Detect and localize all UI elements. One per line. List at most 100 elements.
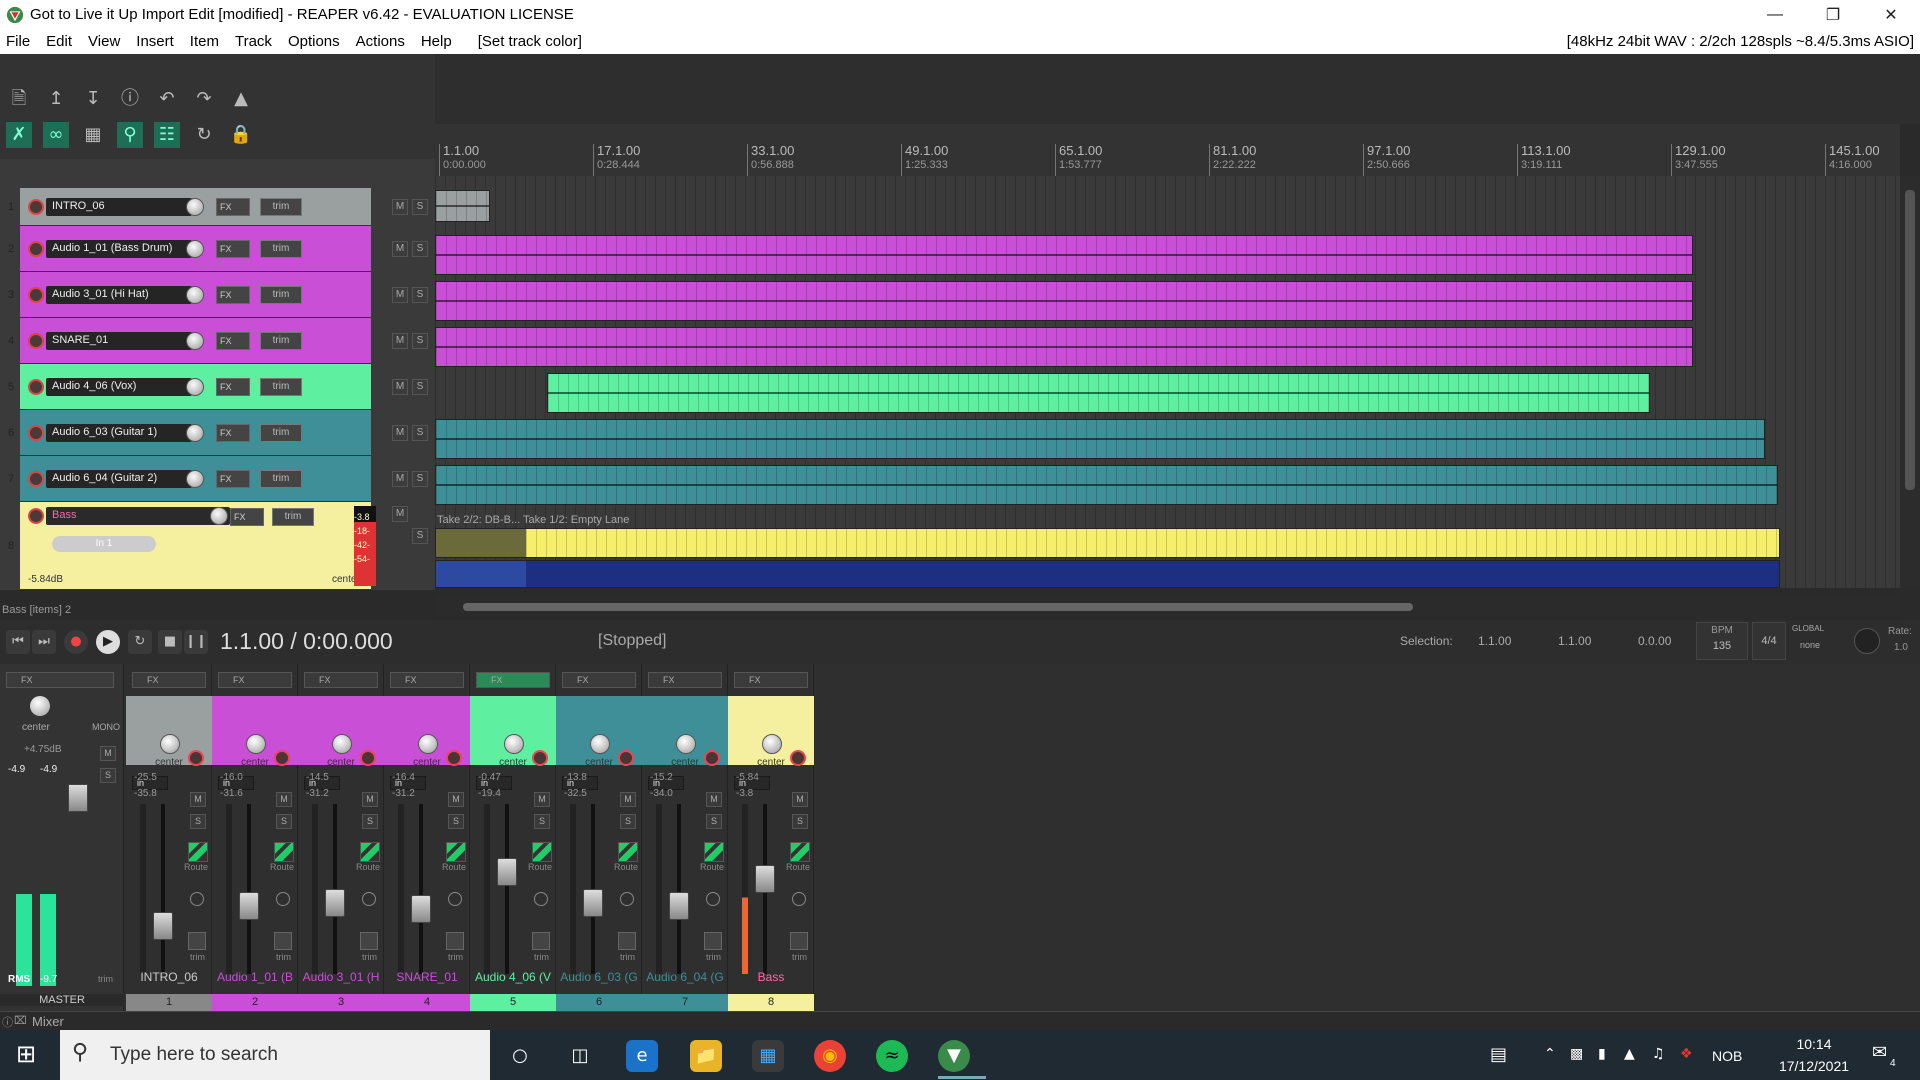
pan-knob[interactable] [246, 734, 266, 754]
metronome-icon[interactable]: ▲ [228, 86, 254, 112]
mute-button[interactable]: M [392, 425, 408, 441]
record-arm-icon[interactable] [274, 750, 290, 766]
speaker-icon[interactable] [706, 772, 720, 786]
track-panel[interactable]: Audio 4_06 (Vox) FX trim [20, 364, 371, 410]
route-button[interactable] [274, 842, 294, 862]
transport-position[interactable]: 1.1.00 / 0:00.000 [220, 628, 393, 655]
media-item[interactable] [435, 190, 490, 222]
track-row[interactable]: 3 Audio 3_01 (Hi Hat) FX trim M S [0, 272, 435, 318]
solo-button[interactable]: S [412, 528, 428, 544]
fx-slot[interactable]: FX [218, 672, 292, 688]
speaker-icon[interactable] [620, 772, 634, 786]
volume-fader[interactable] [669, 892, 689, 920]
mute-button[interactable]: M [792, 792, 808, 807]
bpm-value[interactable]: 135 [1697, 640, 1747, 652]
mute-button[interactable]: M [392, 199, 408, 215]
trim-button[interactable]: trim [260, 378, 302, 396]
mixer-tab[interactable]: Mixer [32, 1014, 64, 1029]
track-row[interactable]: 5 Audio 4_06 (Vox) FX trim M S [0, 364, 435, 410]
loop-icon[interactable]: ↻ [191, 122, 217, 148]
ruler-marker[interactable]: 33.1.00 0:56.888 [747, 144, 794, 176]
mute-button[interactable]: M [392, 241, 408, 257]
phase-icon[interactable] [276, 892, 290, 906]
track-panel[interactable]: INTRO_06 FX trim [20, 188, 371, 226]
trim-button[interactable]: trim [272, 508, 314, 526]
time-signature[interactable]: 4/4 [1752, 622, 1786, 660]
trim-button[interactable]: trim [260, 332, 302, 350]
rate-knob[interactable] [1854, 628, 1880, 654]
mute-button[interactable]: M [190, 792, 206, 807]
wifi-icon[interactable]: ▲ [1624, 1046, 1635, 1062]
strip-number[interactable]: 3 [298, 994, 384, 1011]
trim-knob[interactable] [446, 932, 464, 950]
phase-icon[interactable] [534, 892, 548, 906]
vertical-scrollbar[interactable] [1900, 176, 1920, 588]
solo-button[interactable]: S [706, 814, 722, 829]
trim-knob[interactable] [188, 932, 206, 950]
phase-icon[interactable] [448, 892, 462, 906]
go-to-start-icon[interactable]: ⏮ [6, 630, 30, 654]
trim-button[interactable]: trim [260, 286, 302, 304]
pan-knob[interactable] [762, 734, 782, 754]
horizontal-scroll-thumb[interactable] [463, 603, 1413, 611]
strip-name[interactable]: Audio 1_01 (B [212, 970, 298, 984]
trim-button[interactable]: trim [260, 424, 302, 442]
record-arm-icon[interactable] [28, 508, 44, 524]
track-number[interactable]: 8 [2, 540, 20, 552]
route-button[interactable] [618, 842, 638, 862]
solo-button[interactable]: S [412, 379, 428, 395]
track-panel[interactable]: SNARE_01 FX trim [20, 318, 371, 364]
fx-slot[interactable]: FX [476, 672, 550, 688]
volume-fader[interactable] [239, 892, 259, 920]
menu-file[interactable]: File [0, 33, 38, 50]
record-arm-icon[interactable] [28, 333, 44, 349]
taskbar-search[interactable]: Type here to search [60, 1030, 490, 1080]
pan-knob[interactable] [418, 734, 438, 754]
lock-icon[interactable]: 🔒 [228, 122, 254, 148]
record-arm-icon[interactable] [28, 471, 44, 487]
solo-button[interactable]: S [412, 471, 428, 487]
bass-take-active[interactable] [435, 528, 1780, 558]
track-panel[interactable]: Audio 6_03 (Guitar 1) FX trim [20, 410, 371, 456]
volume-fader[interactable] [755, 865, 775, 893]
fx-slot[interactable]: FX [648, 672, 722, 688]
menu-view[interactable]: View [80, 33, 128, 50]
route-button[interactable] [446, 842, 466, 862]
strip-name[interactable]: Bass [728, 970, 814, 984]
record-arm-icon[interactable] [360, 750, 376, 766]
volume-knob[interactable] [186, 470, 204, 488]
edge-icon[interactable]: e [626, 1040, 658, 1072]
record-arm-icon[interactable] [28, 199, 44, 215]
fx-button[interactable]: FX [216, 198, 250, 216]
menu-item[interactable]: Item [182, 33, 227, 50]
speaker-icon[interactable] [792, 772, 806, 786]
strip-name[interactable]: Audio 4_06 (V [470, 970, 556, 984]
fx-button[interactable]: FX [216, 240, 250, 258]
media-item[interactable] [547, 373, 1650, 413]
speaker-icon[interactable] [276, 772, 290, 786]
strip-name[interactable]: Audio 6_03 (G [556, 970, 642, 984]
trim-button[interactable]: trim [260, 470, 302, 488]
strip-number[interactable]: 6 [556, 994, 642, 1011]
grid-toggle-icon[interactable]: ▦ [80, 122, 106, 148]
media-item[interactable] [435, 327, 1693, 367]
track-name[interactable]: Audio 6_04 (Guitar 2) [46, 470, 192, 488]
track-name[interactable]: Audio 3_01 (Hi Hat) [46, 286, 192, 304]
track-number[interactable]: 1 [2, 201, 20, 213]
news-widget-icon[interactable]: ▤ [1490, 1044, 1507, 1065]
reaper-taskbar-icon[interactable]: ▼ [938, 1040, 970, 1072]
horizontal-scrollbar[interactable] [435, 595, 1900, 619]
mono-button[interactable]: MONO [92, 722, 120, 732]
selection-length[interactable]: 0.0.00 [1638, 634, 1671, 648]
snap-icon[interactable]: ☷ [154, 122, 180, 148]
maximize-icon[interactable]: ❐ [1804, 5, 1862, 25]
trim-knob[interactable] [532, 932, 550, 950]
fx-button[interactable]: FX [216, 378, 250, 396]
track-name[interactable]: Audio 4_06 (Vox) [46, 378, 192, 396]
new-project-icon[interactable]: 🗎 [6, 86, 32, 112]
strip-number[interactable]: 4 [384, 994, 470, 1011]
mute-button[interactable]: M [392, 287, 408, 303]
fx-slot[interactable]: FX [132, 672, 206, 688]
mute-button[interactable]: M [392, 333, 408, 349]
rate-value[interactable]: 1.0 [1894, 642, 1908, 653]
